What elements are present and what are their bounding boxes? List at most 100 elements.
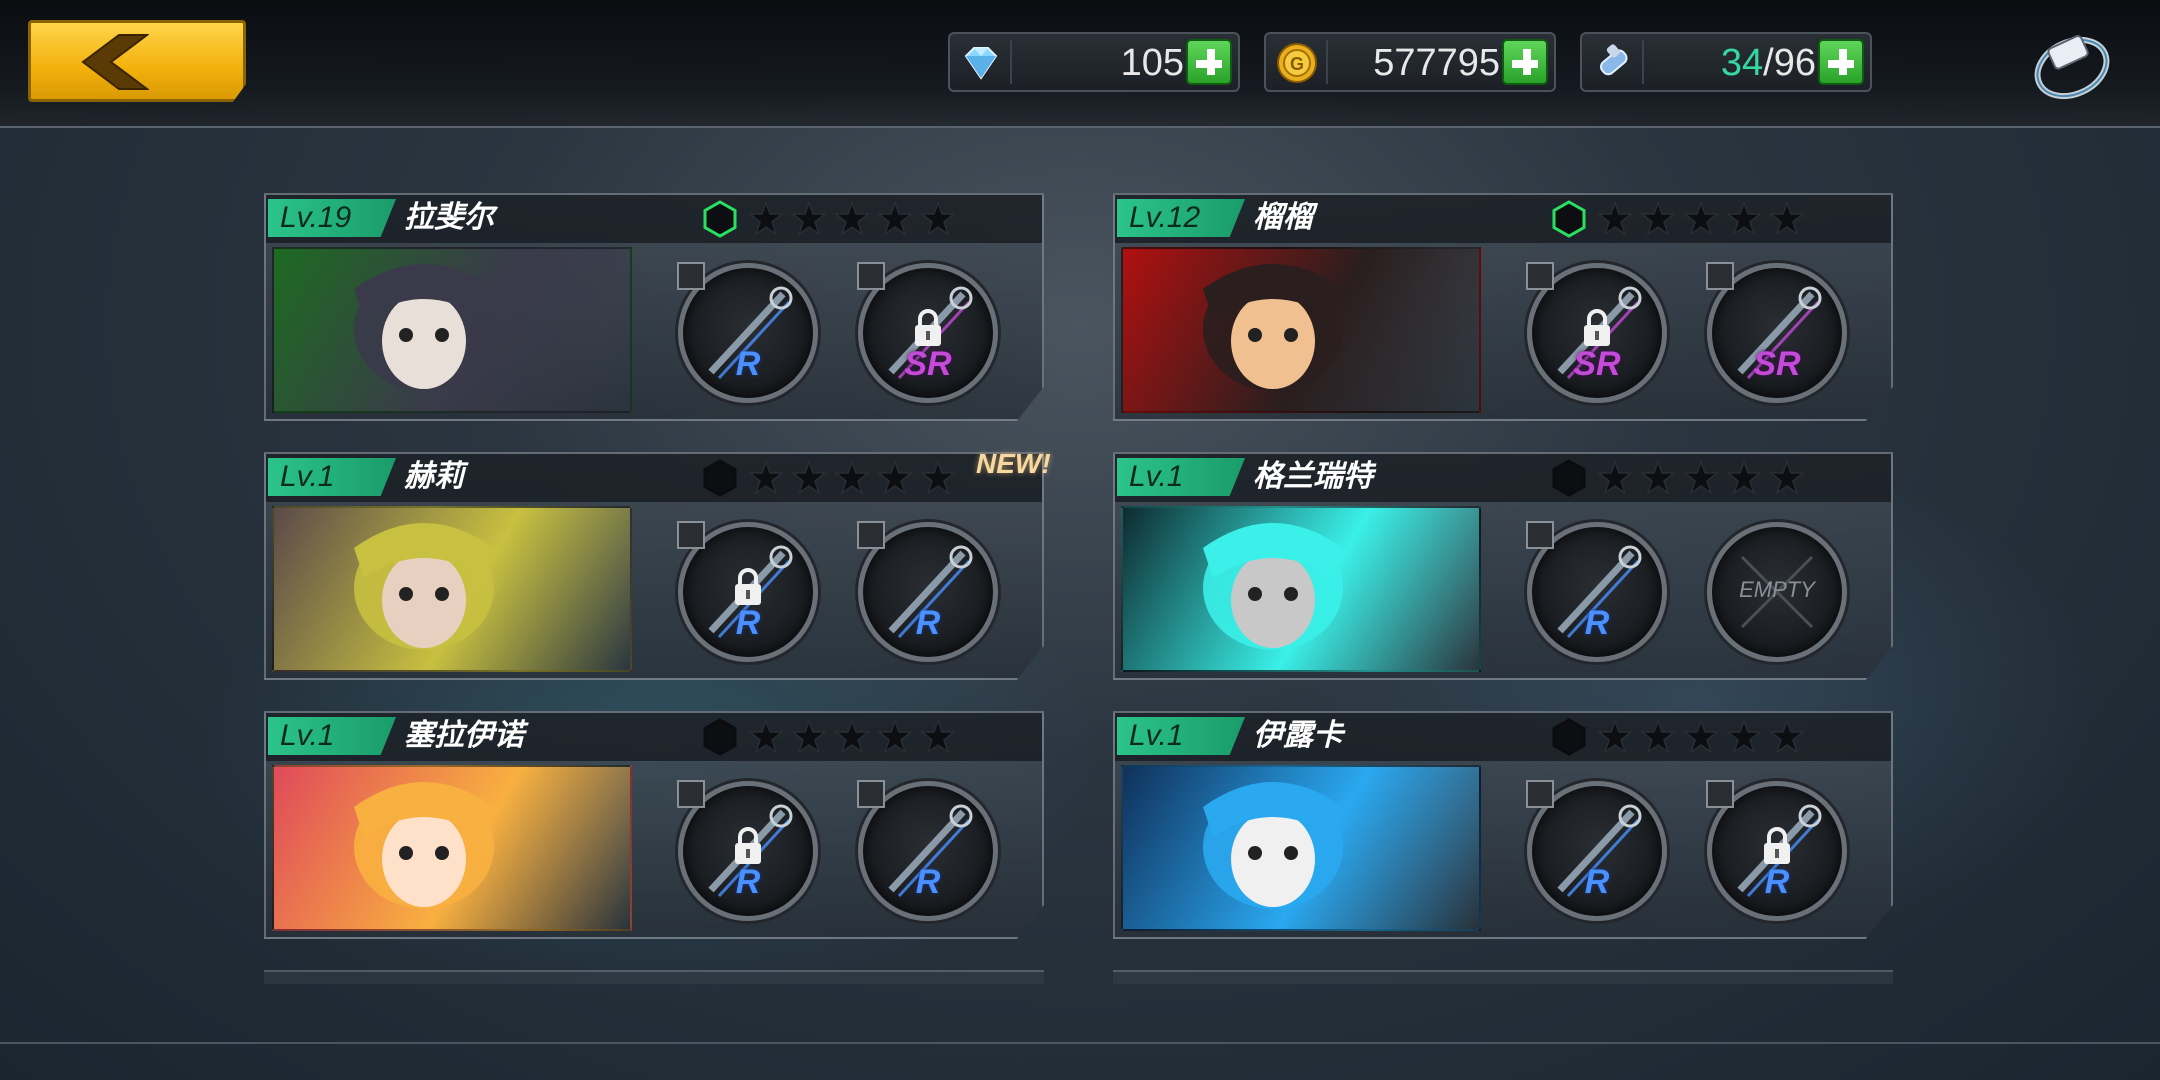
weapon-slot[interactable]: R xyxy=(677,780,818,921)
weapon-slot[interactable]: R xyxy=(857,780,998,921)
bottom-divider xyxy=(0,1042,2160,1044)
rarity-label: R xyxy=(915,863,941,901)
equip-corner-icon xyxy=(677,521,705,549)
character-name: 塞拉伊诺 xyxy=(404,719,524,752)
add-gold-button[interactable] xyxy=(1502,39,1548,85)
rarity-label: R xyxy=(735,345,761,383)
star-rating xyxy=(748,460,963,496)
lock-icon xyxy=(1764,827,1790,864)
lock-icon xyxy=(1584,309,1610,346)
level-badge: Lv.19 xyxy=(268,199,396,237)
star-rating xyxy=(1597,201,1812,237)
star-icon xyxy=(920,201,956,236)
next-card-stub xyxy=(1113,970,1893,984)
rarity-label: SR xyxy=(904,345,952,383)
rarity-label: SR xyxy=(1573,345,1621,383)
star-icon xyxy=(834,201,870,236)
weapon-slot[interactable]: EMPTY xyxy=(1707,522,1847,662)
level-badge: Lv.12 xyxy=(1117,199,1245,237)
star-icon xyxy=(1683,719,1719,754)
hexagon-rank-icon xyxy=(1552,459,1586,497)
stamina-counter: 34/96 xyxy=(1580,32,1872,92)
weapon-slot[interactable]: R xyxy=(857,521,998,662)
level-badge: Lv.1 xyxy=(1117,458,1245,496)
level-badge: Lv.1 xyxy=(268,717,396,755)
character-name: 榴榴 xyxy=(1253,201,1313,234)
diamond-counter: 105 xyxy=(948,32,1240,92)
portrait-art xyxy=(354,523,494,650)
weapon-slot[interactable]: R xyxy=(677,521,818,662)
star-rating xyxy=(748,719,963,755)
star-icon xyxy=(1726,719,1762,754)
character-name: 拉斐尔 xyxy=(404,201,494,234)
character-name: 伊露卡 xyxy=(1253,719,1343,752)
rarity-label: SR xyxy=(1753,345,1801,383)
character-card[interactable]: Lv.1 塞拉伊诺 R R xyxy=(264,711,1044,939)
star-icon xyxy=(791,719,827,754)
weapon-slot[interactable]: SR xyxy=(1526,262,1667,403)
star-icon xyxy=(748,201,784,236)
rarity-label: R xyxy=(735,604,761,642)
character-card[interactable]: Lv.1 伊露卡 R R xyxy=(1113,711,1893,939)
gold-counter: G 577795 xyxy=(1264,32,1556,92)
character-portrait xyxy=(1121,765,1481,931)
weapon-slot[interactable]: R xyxy=(677,262,818,403)
rarity-label: R xyxy=(915,604,941,642)
divider xyxy=(1326,40,1328,84)
star-icon xyxy=(748,719,784,754)
weapon-slot[interactable]: SR xyxy=(857,262,998,403)
character-card[interactable]: Lv.19 拉斐尔 R SR xyxy=(264,193,1044,421)
portrait-art xyxy=(1203,523,1343,650)
add-diamonds-button[interactable] xyxy=(1186,39,1232,85)
equip-corner-icon xyxy=(1526,262,1554,290)
weapon-slot[interactable]: R xyxy=(1706,780,1847,921)
star-icon xyxy=(1683,460,1719,495)
star-icon xyxy=(877,719,913,754)
divider xyxy=(1010,40,1012,84)
chevron-left-icon xyxy=(81,34,149,90)
empty-slot-label: EMPTY xyxy=(1739,577,1815,602)
svg-text:G: G xyxy=(1290,54,1304,74)
character-portrait xyxy=(1121,506,1481,672)
level-badge: Lv.1 xyxy=(268,458,396,496)
gold-coin-icon: G xyxy=(1277,43,1317,83)
equip-corner-icon xyxy=(677,780,705,808)
star-rating xyxy=(1597,460,1812,496)
gold-value: 577795 xyxy=(1373,42,1500,84)
star-icon xyxy=(1726,460,1762,495)
back-button[interactable] xyxy=(28,20,246,102)
star-icon xyxy=(1640,460,1676,495)
character-portrait xyxy=(272,247,632,413)
equip-corner-icon xyxy=(1526,521,1554,549)
equip-corner-icon xyxy=(1706,780,1734,808)
rarity-label: R xyxy=(1584,604,1610,642)
portrait-art xyxy=(354,264,494,391)
character-card[interactable]: Lv.1 赫莉 NEW! R R xyxy=(264,448,1051,680)
star-icon xyxy=(920,719,956,754)
bracelet-settings-icon[interactable] xyxy=(2030,26,2114,102)
star-icon xyxy=(748,460,784,495)
character-card[interactable]: Lv.1 格兰瑞特 R EMPTY xyxy=(1113,452,1893,680)
star-rating xyxy=(1597,719,1812,755)
equip-corner-icon xyxy=(677,262,705,290)
star-icon xyxy=(920,460,956,495)
portrait-art xyxy=(354,782,494,909)
character-name: 赫莉 xyxy=(404,460,464,493)
portrait-art xyxy=(1203,264,1343,391)
character-card[interactable]: Lv.12 榴榴 SR SR xyxy=(1113,193,1893,421)
star-icon xyxy=(1769,201,1805,236)
level-badge: Lv.1 xyxy=(1117,717,1245,755)
stamina-current: 34 xyxy=(1720,42,1764,84)
next-card-stub xyxy=(264,970,1044,984)
hexagon-rank-icon xyxy=(1552,200,1586,238)
weapon-slot[interactable]: SR xyxy=(1706,262,1847,403)
star-icon xyxy=(1769,460,1805,495)
hexagon-rank-icon xyxy=(1552,718,1586,756)
star-icon xyxy=(1640,719,1676,754)
hexagon-rank-icon xyxy=(703,459,737,497)
hexagon-rank-icon xyxy=(703,718,737,756)
star-icon xyxy=(1769,719,1805,754)
weapon-slot[interactable]: R xyxy=(1526,521,1667,662)
weapon-slot[interactable]: R xyxy=(1526,780,1667,921)
add-stamina-button[interactable] xyxy=(1818,39,1864,85)
